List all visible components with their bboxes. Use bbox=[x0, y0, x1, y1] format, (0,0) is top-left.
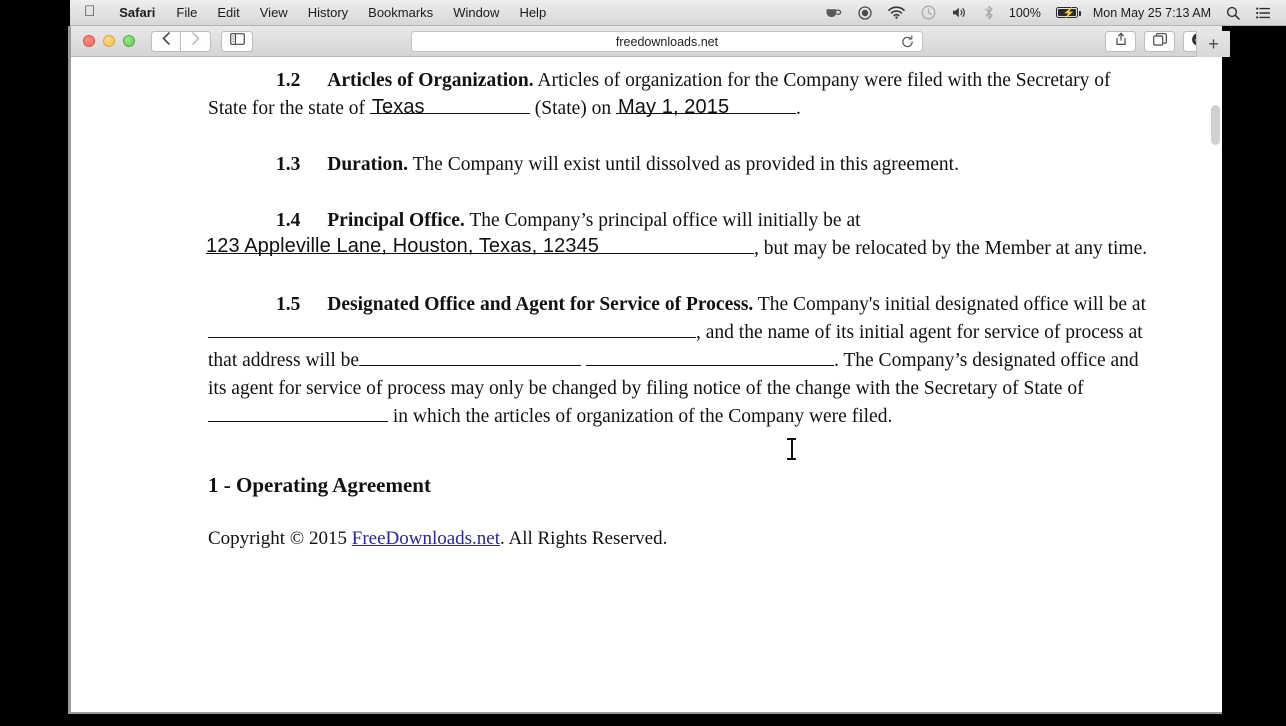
agent-name-field[interactable] bbox=[359, 347, 582, 375]
notification-center-icon[interactable] bbox=[1248, 7, 1278, 19]
section-1-3-title: Duration. bbox=[327, 154, 408, 175]
menu-item-safari[interactable]: Safari bbox=[108, 0, 166, 26]
section-1-5-text-1: The Company's initial designated office … bbox=[757, 294, 1146, 315]
section-1-4-text-2: , but may be relocated by the Member at … bbox=[754, 238, 1148, 259]
section-1-3-number: 1.3 bbox=[276, 154, 301, 175]
page-content-area: 1.2 Articles of Organization. Articles o… bbox=[70, 57, 1222, 714]
new-tab-button[interactable]: + bbox=[1196, 31, 1230, 57]
menubar-status-items: 100% ⚡ Mon May 25 7:13 AM bbox=[817, 5, 1286, 20]
menu-item-file[interactable]: File bbox=[166, 0, 207, 26]
show-all-tabs-icon bbox=[1152, 32, 1167, 51]
chevron-left-icon bbox=[162, 32, 170, 50]
forward-button[interactable] bbox=[181, 30, 211, 52]
address-bar[interactable]: freedownloads.net bbox=[411, 31, 923, 52]
section-1-2-title: Articles of Organization. bbox=[327, 70, 534, 91]
menu-item-window[interactable]: Window bbox=[443, 0, 509, 26]
state-field[interactable]: Texas bbox=[369, 95, 530, 123]
minimize-window-button[interactable] bbox=[103, 35, 115, 47]
sidebar-toggle-icon bbox=[229, 32, 245, 50]
window-left-edge bbox=[68, 26, 71, 714]
section-1-5-text-4: in which the articles of organization of… bbox=[388, 406, 893, 427]
section-1-5: 1.5 Designated Office and Agent for Serv… bbox=[208, 291, 1152, 431]
coffee-cup-icon[interactable] bbox=[817, 6, 850, 19]
menu-item-bookmarks[interactable]: Bookmarks bbox=[358, 0, 443, 26]
section-1-2: 1.2 Articles of Organization. Articles o… bbox=[208, 67, 1152, 123]
apple-logo-icon[interactable]:  bbox=[70, 4, 108, 19]
chevron-right-icon bbox=[191, 32, 200, 50]
state-field-value: Texas bbox=[371, 96, 425, 118]
section-1-2-text-3: . bbox=[796, 98, 801, 119]
sidebar-toggle-button[interactable] bbox=[221, 30, 253, 52]
freedownloads-link[interactable]: FreeDownloads.net bbox=[352, 528, 500, 549]
filing-date-field[interactable]: May 1, 2015 bbox=[616, 95, 797, 123]
menu-item-view[interactable]: View bbox=[250, 0, 298, 26]
section-1-4-text-1: The Company’s principal office will init… bbox=[469, 210, 861, 231]
share-button[interactable] bbox=[1105, 31, 1136, 52]
copyright-suffix: . All Rights Reserved. bbox=[500, 528, 668, 549]
speaker-volume-icon[interactable] bbox=[944, 6, 976, 19]
principal-office-field-value: 123 Appleville Lane, Houston, Texas, 123… bbox=[206, 235, 600, 257]
window-controls bbox=[70, 35, 151, 47]
address-bar-text: freedownloads.net bbox=[615, 34, 719, 49]
navigation-buttons bbox=[151, 30, 211, 52]
section-1-2-text-2: (State) on bbox=[534, 98, 617, 119]
wifi-icon[interactable] bbox=[880, 6, 913, 19]
filing-date-field-value: May 1, 2015 bbox=[618, 96, 730, 118]
copyright-line: Copyright © 2015 FreeDownloads.net. All … bbox=[208, 525, 1152, 553]
vertical-scrollbar-thumb[interactable] bbox=[1211, 105, 1220, 145]
designated-office-field[interactable] bbox=[208, 319, 696, 347]
menubar-clock[interactable]: Mon May 25 7:13 AM bbox=[1086, 6, 1218, 20]
menu-item-history[interactable]: History bbox=[298, 0, 358, 26]
text-cursor bbox=[787, 438, 796, 460]
section-1-4-title: Principal Office. bbox=[327, 210, 465, 231]
bluetooth-icon[interactable] bbox=[976, 5, 1002, 20]
battery-percent-label: 100% bbox=[1008, 5, 1041, 20]
state-of-filing-field[interactable] bbox=[208, 403, 388, 431]
menu-item-edit[interactable]: Edit bbox=[207, 0, 249, 26]
section-1-3: 1.3 Duration. The Company will exist unt… bbox=[208, 151, 1152, 179]
section-1-3-text-1: The Company will exist until dissolved a… bbox=[412, 154, 959, 175]
spotlight-search-icon[interactable] bbox=[1218, 6, 1248, 20]
back-button[interactable] bbox=[151, 30, 181, 52]
reload-icon[interactable] bbox=[901, 34, 914, 48]
section-1-5-number: 1.5 bbox=[276, 294, 301, 315]
macos-menubar:  Safari File Edit View History Bookmark… bbox=[70, 0, 1286, 26]
battery-charging-icon[interactable]: ⚡ bbox=[1048, 7, 1086, 19]
show-tabs-button[interactable] bbox=[1144, 31, 1175, 52]
section-1-5-title: Designated Office and Agent for Service … bbox=[327, 294, 754, 315]
close-window-button[interactable] bbox=[83, 35, 95, 47]
record-dot-icon[interactable] bbox=[850, 5, 880, 20]
section-1-4-number: 1.4 bbox=[276, 210, 301, 231]
menu-item-help[interactable]: Help bbox=[509, 0, 556, 26]
agent-name-field-2[interactable] bbox=[585, 347, 834, 375]
section-1-2-number: 1.2 bbox=[276, 70, 301, 91]
operating-agreement-document: 1.2 Articles of Organization. Articles o… bbox=[70, 57, 1222, 553]
share-upload-icon bbox=[1115, 32, 1127, 51]
copyright-prefix: Copyright © 2015 bbox=[208, 528, 352, 549]
section-1-4: 1.4 Principal Office. The Company’s prin… bbox=[206, 207, 1152, 263]
principal-office-field[interactable]: 123 Appleville Lane, Houston, Texas, 123… bbox=[206, 235, 754, 263]
screen: freedownloads.net 1.2 Articles of Organi… bbox=[0, 0, 1286, 726]
window-bottom-edge bbox=[68, 712, 1222, 714]
time-machine-clock-icon[interactable] bbox=[913, 5, 944, 20]
document-footer-title: 1 - Operating Agreement bbox=[208, 473, 431, 497]
safari-window: freedownloads.net 1.2 Articles of Organi… bbox=[70, 0, 1222, 714]
browser-toolbar: freedownloads.net bbox=[70, 26, 1222, 57]
maximize-window-button[interactable] bbox=[123, 35, 135, 47]
